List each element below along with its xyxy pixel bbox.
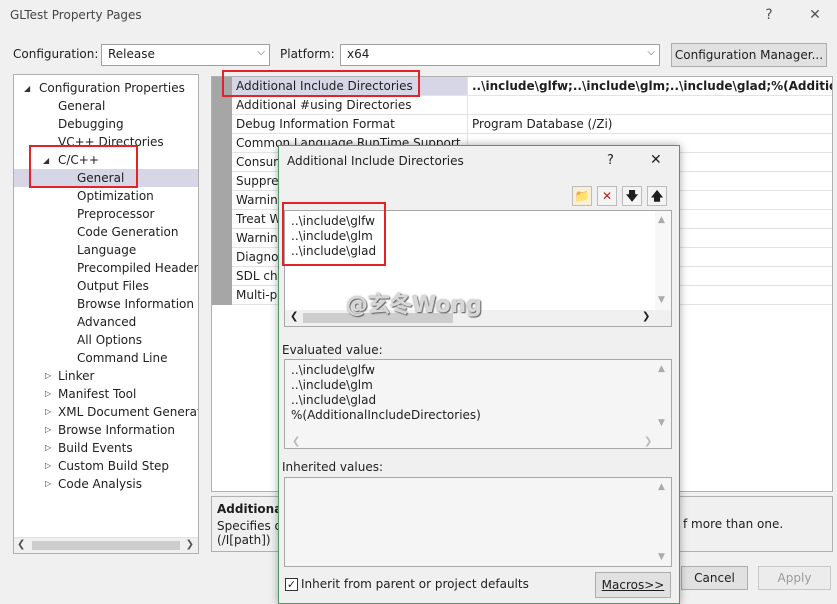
scroll-left-icon[interactable]: ❮ (17, 539, 25, 550)
collapsed-icon[interactable]: ▷ (45, 425, 51, 434)
tree-item-linker[interactable]: Linker (58, 367, 94, 385)
scroll-right-icon: ❯ (644, 436, 653, 447)
configuration-select[interactable]: Release ⌵ (101, 44, 270, 66)
macros-button[interactable]: Macros>> (595, 572, 671, 598)
tree-item-general[interactable]: General (58, 97, 105, 115)
collapsed-icon[interactable]: ▷ (45, 371, 51, 380)
property-value[interactable]: ..\include\glfw;..\include\glm;..\includ… (469, 77, 832, 95)
scroll-thumb[interactable] (32, 541, 180, 550)
category-strip (212, 77, 232, 305)
dialog-help-button[interactable]: ? (607, 153, 614, 168)
window-title: GLTest Property Pages (10, 8, 142, 22)
inherited-vertical-scrollbar: ▲ ▼ (655, 478, 671, 566)
tree-item-optimization[interactable]: Optimization (77, 187, 154, 205)
watermark: @玄冬Wong (346, 293, 483, 318)
tree-horizontal-scrollbar[interactable]: ❮ ❯ (14, 537, 198, 553)
tree-item-code-analysis[interactable]: Code Analysis (58, 475, 142, 493)
evaluated-item: %(AdditionalIncludeDirectories) (291, 408, 481, 422)
inherited-list: ▲ ▼ (284, 477, 672, 567)
evaluated-list: ..\include\glfw ..\include\glm ..\includ… (284, 359, 672, 449)
cancel-button[interactable]: Cancel (681, 566, 748, 590)
property-name: Additional #using Directories (232, 96, 468, 114)
scroll-down-icon[interactable]: ▼ (658, 295, 665, 305)
property-value[interactable]: Program Database (/Zi) (469, 115, 832, 133)
chevron-down-icon: ⌵ (257, 47, 265, 58)
tree-item-xml-document-generator[interactable]: XML Document Generator (58, 403, 198, 421)
highlight-box-cpp (29, 145, 138, 188)
evaluated-item: ..\include\glfw (291, 363, 375, 377)
collapsed-icon[interactable]: ▷ (45, 407, 51, 416)
inherit-checkbox-label[interactable]: Inherit from parent or project defaults (301, 577, 529, 591)
arrow-down-icon[interactable]: 🡇 (622, 186, 642, 206)
evaluated-label: Evaluated value: (282, 343, 383, 357)
collapsed-icon[interactable]: ▷ (45, 443, 51, 452)
evaluated-item: ..\include\glad (291, 393, 377, 407)
highlight-box-property (222, 70, 420, 97)
tree-item-precompiled-headers[interactable]: Precompiled Headers (77, 259, 198, 277)
platform-value: x64 (347, 47, 370, 61)
tree-item-language[interactable]: Language (77, 241, 136, 259)
tree-item-code-generation[interactable]: Code Generation (77, 223, 178, 241)
inherit-checkbox[interactable]: ✓ (285, 578, 298, 591)
tree-item-output-files[interactable]: Output Files (77, 277, 149, 295)
close-window-button[interactable]: ✕ (803, 4, 827, 26)
include-directories-dialog: Additional Include Directories ? ✕ 📁 ✕ 🡇… (278, 145, 680, 604)
collapsed-icon[interactable]: ▷ (45, 479, 51, 488)
configuration-label: Configuration: (13, 47, 99, 61)
tree-item-browse-information[interactable]: Browse Information (77, 295, 194, 313)
apply-button[interactable]: Apply (758, 566, 831, 590)
scroll-right-icon[interactable]: ❯ (642, 311, 650, 322)
help-button[interactable]: ? (757, 4, 781, 26)
platform-label: Platform: (280, 47, 335, 61)
scroll-down-icon: ▼ (658, 552, 665, 562)
tree-item-preprocessor[interactable]: Preprocessor (77, 205, 154, 223)
grid-row[interactable]: Debug Information Format Program Database… (232, 115, 832, 134)
property-name: Debug Information Format (232, 115, 468, 133)
tree-item-command-line[interactable]: Command Line (77, 349, 168, 367)
inherited-label: Inherited values: (282, 460, 383, 474)
property-value[interactable] (469, 96, 832, 114)
scroll-left-icon[interactable]: ❮ (290, 311, 298, 322)
evaluated-vertical-scrollbar: ▲ ▼ (655, 360, 671, 432)
scroll-up-icon: ▲ (658, 364, 665, 374)
chevron-down-icon: ⌵ (647, 47, 655, 58)
tree-item-debugging[interactable]: Debugging (58, 115, 124, 133)
expanded-icon[interactable]: ◢ (24, 84, 30, 93)
tree-item-configuration-properties[interactable]: Configuration Properties (39, 79, 185, 97)
tree-item-manifest-tool[interactable]: Manifest Tool (58, 385, 136, 403)
tree-item-browse-information-2[interactable]: Browse Information (58, 421, 175, 439)
delete-icon[interactable]: ✕ (597, 186, 617, 206)
scroll-up-icon[interactable]: ▲ (658, 215, 665, 225)
grid-row[interactable]: Additional #using Directories (232, 96, 832, 115)
list-vertical-scrollbar[interactable]: ▲ ▼ (655, 211, 671, 311)
tree-item-all-options[interactable]: All Options (77, 331, 142, 349)
arrow-up-icon[interactable]: 🡅 (647, 186, 667, 206)
description-text-right: f more than one. (683, 517, 784, 531)
tree-item-custom-build-step[interactable]: Custom Build Step (58, 457, 169, 475)
scroll-down-icon: ▼ (658, 418, 665, 428)
collapsed-icon[interactable]: ▷ (45, 389, 51, 398)
scroll-up-icon: ▲ (658, 482, 665, 492)
scroll-left-icon: ❮ (292, 436, 301, 447)
scroll-right-icon[interactable]: ❯ (186, 539, 194, 550)
configuration-value: Release (108, 47, 155, 61)
tree-item-build-events[interactable]: Build Events (58, 439, 133, 457)
folder-new-icon[interactable]: 📁 (572, 186, 592, 206)
platform-select[interactable]: x64 ⌵ (340, 44, 660, 66)
collapsed-icon[interactable]: ▷ (45, 461, 51, 470)
tree-item-advanced[interactable]: Advanced (77, 313, 136, 331)
dialog-title: Additional Include Directories (287, 154, 464, 168)
highlight-box-entries (282, 202, 386, 266)
dialog-close-button[interactable]: ✕ (650, 152, 662, 168)
evaluated-item: ..\include\glm (291, 378, 373, 392)
configuration-manager-button[interactable]: Configuration Manager... (671, 43, 827, 67)
